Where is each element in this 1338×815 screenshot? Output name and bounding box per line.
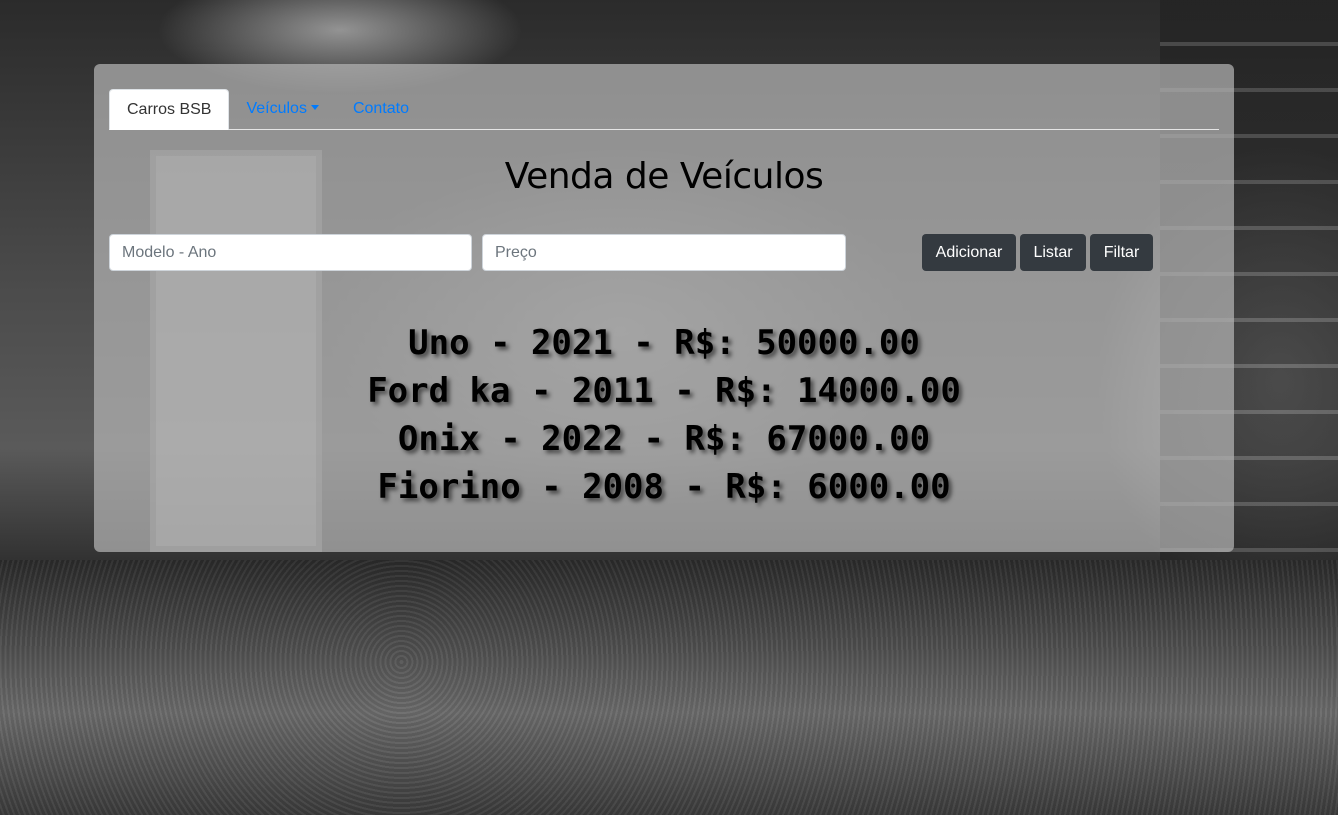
tab-contato[interactable]: Contato bbox=[336, 89, 426, 129]
main-panel: Carros BSB Veículos Contato Venda de Veí… bbox=[94, 64, 1234, 552]
tab-veiculos-dropdown[interactable]: Veículos bbox=[229, 89, 335, 129]
filter-button[interactable]: Filtar bbox=[1090, 234, 1153, 271]
car-list: Uno - 2021 - R$: 50000.00 Ford ka - 2011… bbox=[94, 319, 1234, 511]
tab-carros-bsb[interactable]: Carros BSB bbox=[109, 89, 230, 130]
add-button[interactable]: Adicionar bbox=[922, 234, 1016, 271]
list-item: Onix - 2022 - R$: 67000.00 bbox=[397, 419, 931, 459]
list-item: Ford ka - 2011 - R$: 14000.00 bbox=[367, 371, 961, 411]
list-item: Fiorino - 2008 - R$: 6000.00 bbox=[377, 467, 951, 507]
preco-input[interactable] bbox=[482, 234, 846, 271]
page-title: Venda de Veículos bbox=[504, 156, 824, 197]
nav-tabs: Carros BSB Veículos Contato bbox=[109, 88, 1219, 130]
tab-veiculos-label: Veículos bbox=[246, 100, 307, 117]
list-button[interactable]: Listar bbox=[1020, 234, 1086, 271]
background-floor bbox=[0, 560, 1338, 815]
modelo-ano-input[interactable] bbox=[109, 234, 472, 271]
chevron-down-icon bbox=[310, 105, 319, 110]
list-item: Uno - 2021 - R$: 50000.00 bbox=[408, 323, 920, 363]
